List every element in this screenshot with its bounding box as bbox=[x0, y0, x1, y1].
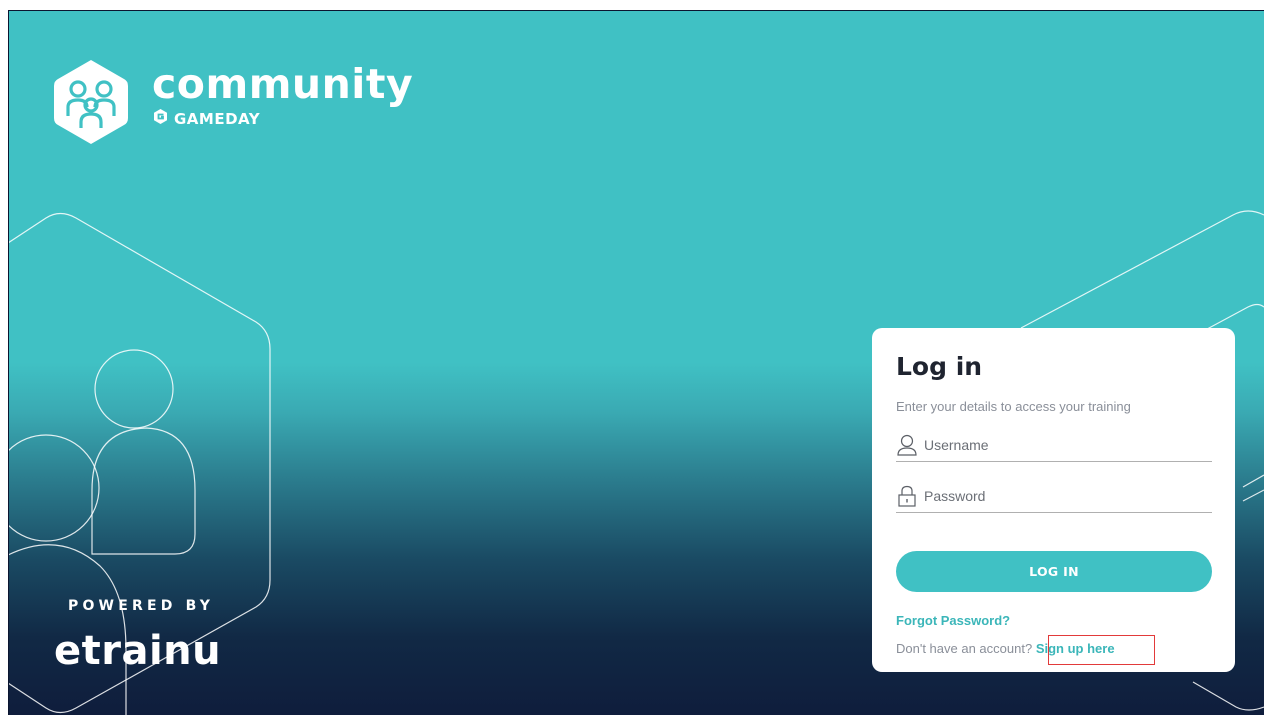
brand-title: community bbox=[152, 60, 414, 108]
login-button[interactable]: LOG IN bbox=[896, 551, 1212, 592]
user-icon bbox=[896, 433, 918, 457]
right-hexagon-outline bbox=[1242, 489, 1264, 502]
gameday-g-icon bbox=[152, 108, 169, 130]
powered-by-label: POWERED BY bbox=[68, 598, 215, 614]
person-head-outline bbox=[8, 434, 100, 542]
username-field[interactable] bbox=[896, 428, 1212, 462]
password-input[interactable] bbox=[924, 483, 1194, 508]
signup-link[interactable]: Sign up here bbox=[1036, 641, 1115, 656]
lock-icon bbox=[896, 484, 918, 508]
login-card: Log in Enter your details to access your… bbox=[872, 328, 1235, 672]
brand-subtitle-text: GAMEDAY bbox=[174, 110, 261, 128]
login-subtitle: Enter your details to access your traini… bbox=[896, 399, 1131, 414]
signup-row: Don't have an account? Sign up here bbox=[896, 641, 1115, 656]
person-body-outline bbox=[91, 427, 196, 555]
brand-subtitle: GAMEDAY bbox=[152, 108, 413, 130]
username-input[interactable] bbox=[924, 432, 1194, 457]
login-title: Log in bbox=[896, 352, 983, 381]
brand-header: community GAMEDAY bbox=[52, 58, 413, 151]
etrainu-logo: etrainu bbox=[54, 628, 222, 674]
forgot-password-link[interactable]: Forgot Password? bbox=[896, 613, 1010, 628]
brand-text: community GAMEDAY bbox=[152, 64, 413, 130]
right-hexagon-outline bbox=[1192, 681, 1264, 711]
signup-prompt: Don't have an account? bbox=[896, 641, 1036, 656]
person-head-outline bbox=[94, 349, 174, 429]
people-hexagon-icon bbox=[52, 58, 130, 151]
password-field[interactable] bbox=[896, 479, 1212, 513]
right-hexagon-outline bbox=[1020, 210, 1264, 329]
right-hexagon-outline bbox=[1242, 474, 1264, 488]
